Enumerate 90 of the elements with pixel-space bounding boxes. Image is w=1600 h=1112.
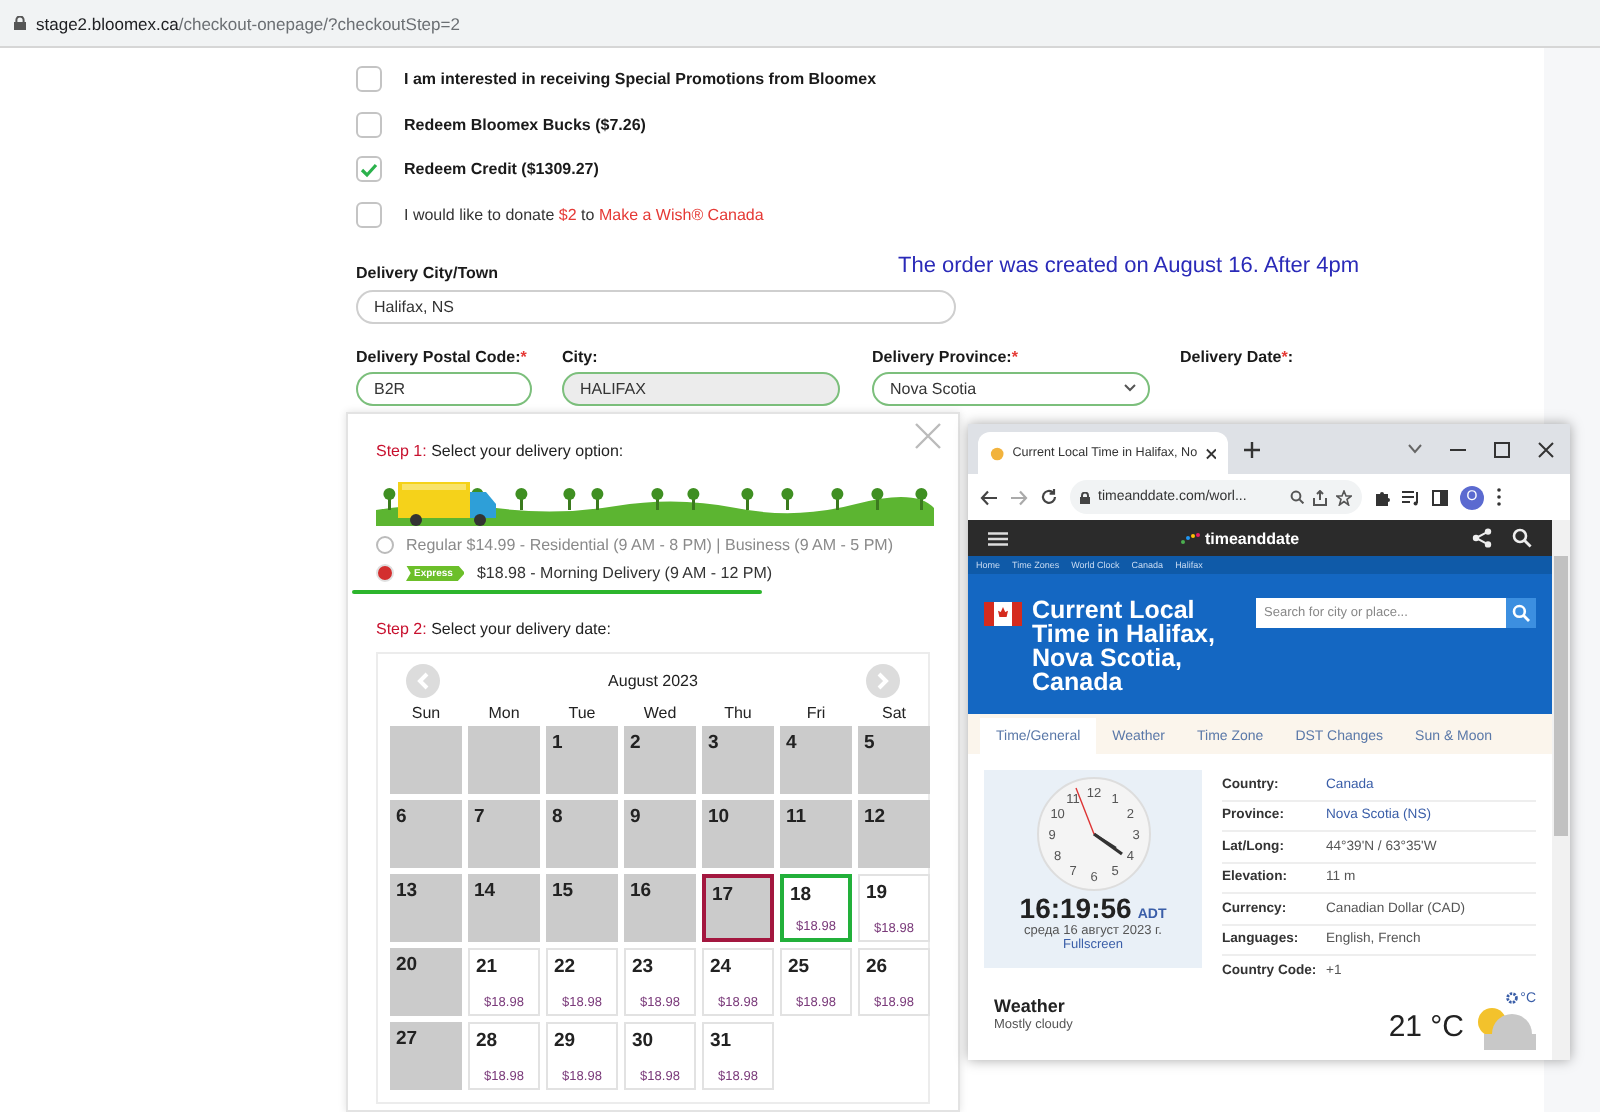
lock-icon: [14, 16, 26, 30]
scrollbar[interactable]: [1552, 520, 1570, 1060]
check-icon: [360, 161, 378, 177]
weekday-label: Mon: [486, 703, 522, 721]
unavailable-date-cell: 2: [624, 725, 696, 793]
unavailable-date-cell: 5: [858, 725, 930, 793]
temperature: 21 °C: [1388, 1010, 1464, 1044]
weekday-label: Wed: [641, 703, 679, 721]
field-label: City:: [562, 347, 600, 365]
chevron-down-icon: [1124, 384, 1136, 392]
unavailable-date-cell: 9: [624, 799, 696, 867]
page-heading: Current Local Time in Halifax, Nova Scotia, Canada: [1032, 598, 1217, 700]
unavailable-date-cell: 8: [546, 799, 618, 867]
checkbox[interactable]: [356, 111, 382, 137]
current-time: 16:19:56: [1019, 892, 1132, 924]
unavailable-date-cell: 20: [390, 947, 462, 1015]
field-label: Delivery Postal Code:*: [356, 347, 529, 365]
weekday-label: Thu: [722, 703, 754, 721]
month-title: August 2023: [608, 671, 698, 689]
kebab-menu-icon[interactable]: [1496, 488, 1502, 506]
chevron-left-icon: [416, 671, 430, 689]
weekday-label: Tue: [566, 703, 598, 721]
close-icon[interactable]: [1205, 447, 1216, 459]
unavailable-date-cell: 11: [780, 799, 852, 867]
side-panel-icon[interactable]: [1432, 489, 1448, 505]
weekday-label: Sat: [879, 703, 908, 721]
charity-link[interactable]: Make a Wish® Canada: [598, 205, 764, 223]
radio-button[interactable]: [376, 564, 394, 582]
city-town-field[interactable]: Halifax, NS: [356, 289, 956, 323]
field-label: Delivery Date*:: [1180, 347, 1295, 365]
radio-button[interactable]: [376, 536, 394, 554]
field-label: Delivery City/Town: [356, 263, 498, 281]
input-field[interactable]: HALIFAX: [562, 371, 840, 405]
field-label: Delivery Province:*: [872, 347, 1020, 365]
menu-icon[interactable]: [988, 531, 1008, 545]
checkbox[interactable]: [356, 201, 382, 227]
site-logo[interactable]: timeanddate: [1180, 529, 1300, 547]
input-field[interactable]: B2R: [356, 371, 532, 405]
empty-date-cell: [390, 725, 462, 793]
gear-icon: [1506, 992, 1519, 1004]
unavailable-date-cell: 13: [390, 873, 462, 941]
option-label: Redeem Credit ($1309.27): [404, 160, 599, 178]
back-arrow-icon[interactable]: [980, 489, 998, 505]
step-heading: Step 1: Select your delivery option:: [376, 441, 624, 459]
lock-icon: [1080, 491, 1090, 503]
unavailable-date-cell: 27: [390, 1021, 462, 1089]
reload-icon[interactable]: [1040, 488, 1058, 506]
minimize-icon[interactable]: [1450, 447, 1466, 451]
close-icon: [914, 421, 942, 449]
weekday-label: Sun: [409, 703, 443, 721]
flag-icon: [984, 602, 1022, 626]
unavailable-date-cell: 16: [624, 873, 696, 941]
search-icon[interactable]: [1512, 528, 1532, 548]
checkbox[interactable]: [356, 156, 382, 182]
unavailable-date-cell: 7: [468, 799, 540, 867]
option-label: I would like to donate $2 to Make a Wish® Canada: [404, 205, 764, 223]
unavailable-date-cell: 15: [546, 873, 618, 941]
unavailable-date-cell: 17: [702, 873, 774, 941]
dots-icon: [1180, 531, 1201, 545]
province-dropdown[interactable]: Nova Scotia: [872, 371, 1150, 405]
delivery-option-label: Regular $14.99 - Residential (9 AM - 8 PM) | Business (9 AM - 5 PM): [406, 536, 894, 554]
option-label: I am interested in receiving Special Promotions from Bloomex: [404, 70, 877, 88]
option-label: Redeem Bloomex Bucks ($7.26): [404, 115, 646, 133]
unavailable-date-cell: 3: [702, 725, 774, 793]
plus-icon[interactable]: [1244, 441, 1260, 457]
share-icon[interactable]: [1312, 489, 1328, 505]
empty-date-cell: [468, 725, 540, 793]
maximize-icon[interactable]: [1494, 441, 1510, 457]
delivery-option-label: $18.98 - Morning Delivery (9 AM - 12 PM): [476, 564, 773, 582]
search-icon[interactable]: [1290, 490, 1304, 504]
unavailable-date-cell: 12: [858, 799, 930, 867]
unavailable-date-cell: 6: [390, 799, 462, 867]
close-icon[interactable]: [1538, 441, 1554, 457]
unavailable-date-cell: 14: [468, 873, 540, 941]
weather-heading: Weather: [994, 995, 1067, 1015]
unavailable-date-cell: 4: [780, 725, 852, 793]
unavailable-date-cell: 10: [702, 799, 774, 867]
star-icon[interactable]: [1336, 489, 1352, 505]
step-heading: Step 2: Select your delivery date:: [376, 619, 611, 637]
address-bar[interactable]: stage2.bloomex.ca/checkout-onepage/?checkoutStep=2: [0, 0, 1600, 48]
unavailable-date-cell: 1: [546, 725, 618, 793]
puzzle-icon[interactable]: [1374, 489, 1390, 505]
chevron-down-icon[interactable]: [1408, 444, 1422, 454]
search-button[interactable]: [1506, 598, 1536, 628]
chevron-right-icon: [876, 671, 890, 689]
checkbox[interactable]: [356, 66, 382, 92]
weekday-label: Fri: [804, 703, 828, 721]
media-list-icon[interactable]: [1402, 489, 1420, 505]
annotation-note: The order was created on August 16. After 4pm: [898, 253, 1360, 277]
search-icon: [1512, 604, 1530, 622]
